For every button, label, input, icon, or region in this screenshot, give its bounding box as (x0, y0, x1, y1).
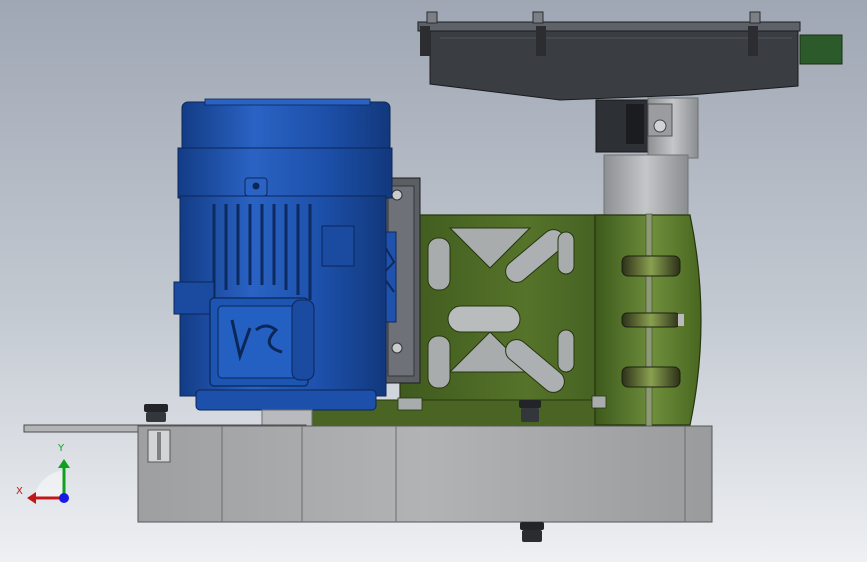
gearbox-housing[interactable] (417, 21, 843, 153)
base-frame[interactable] (137, 425, 713, 523)
gearbox-output-shaft[interactable] (647, 97, 699, 159)
electric-motor[interactable] (173, 98, 393, 427)
cad-viewport[interactable]: Y X (0, 0, 867, 562)
cad-model-render[interactable] (0, 0, 867, 562)
fastener-bolts-bracket (621, 255, 684, 388)
triad-y-label: Y (58, 443, 65, 454)
coordinate-triad (27, 459, 70, 504)
fastener-bolts-gearbox (426, 11, 761, 24)
triad-z-axis (59, 493, 69, 503)
triad-x-label: X (16, 486, 23, 497)
triad-x-arrow-icon (27, 492, 36, 504)
support-column[interactable] (603, 154, 689, 218)
triad-y-arrow-icon (58, 459, 70, 468)
